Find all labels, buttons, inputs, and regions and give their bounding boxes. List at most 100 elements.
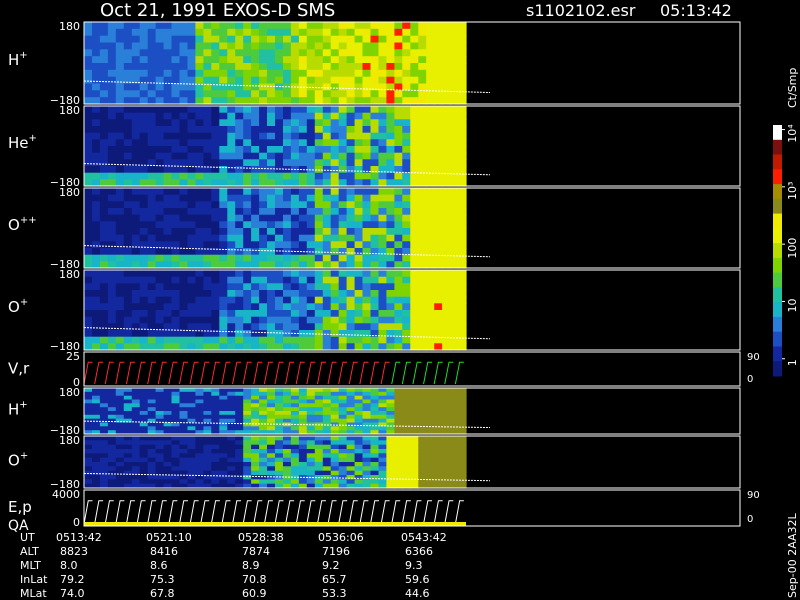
heat-cell [314,234,324,242]
heat-cell [450,453,459,459]
heat-cell [131,436,141,441]
heat-cell [426,234,435,242]
heat-cell [410,28,419,37]
heat-cell [147,276,157,284]
heat-cell [283,188,292,196]
heat-cell [187,391,197,397]
heat-cell [203,22,212,30]
heat-cell [394,97,403,105]
heat-cell [227,112,236,120]
heat-cell [402,35,411,44]
heat-cell [314,399,324,404]
heat-cell [378,303,388,311]
heat-cell [283,139,292,147]
heat-cell [115,440,125,446]
heat-cell [99,152,109,160]
heat-cell [99,76,109,85]
heat-cell [211,453,220,459]
heat-cell [426,466,435,472]
heat-cell [434,303,443,311]
heat-cell [314,414,324,420]
heat-cell [283,276,292,284]
heat-cell [330,453,340,459]
heat-cell [99,411,109,416]
heat-cell [267,466,276,472]
heat-cell [346,457,356,463]
heat-cell [163,316,173,324]
heat-cell [187,422,197,427]
series-mark [189,361,199,385]
heat-cell [370,457,380,463]
heat-cell [84,83,93,91]
heat-cell [322,139,332,147]
heat-cell [171,112,181,120]
heat-cell [386,440,395,446]
heat-cell [235,132,244,140]
heat-cell [378,106,388,114]
heat-cell [362,310,372,318]
heat-cell [402,426,411,431]
heat-cell [394,403,403,408]
heat-cell [322,290,332,298]
heat-cell [203,444,212,450]
ephem-value: 9.2 [322,559,340,572]
heat-cell [314,276,324,284]
heat-cell [219,152,228,160]
heat-cell [362,63,372,71]
heat-cell [139,63,149,71]
heat-cell [251,248,260,256]
heat-cell [314,449,324,454]
heat-cell [330,172,340,180]
heat-cell [298,241,308,249]
heat-cell [131,42,141,50]
heat-cell [155,132,165,140]
heat-cell [378,194,388,202]
heat-cell [283,214,292,222]
heat-cell [243,283,252,291]
heat-cell [107,76,117,85]
heat-cell [203,159,212,167]
heat-cell [163,228,173,236]
heat-cell [227,316,236,324]
heat-cell [235,422,244,427]
heat-cell [370,411,380,416]
heat-cell [235,444,244,450]
heat-cell [131,475,141,480]
heat-cell [195,90,204,98]
heat-cell [418,391,427,397]
heat-cell [84,112,93,120]
heat-cell [227,395,236,401]
heat-cell [370,172,380,180]
heat-cell [394,90,403,98]
heat-cell [402,152,411,160]
heat-cell [251,462,260,467]
heat-cell [450,208,459,216]
heat-cell [346,330,356,338]
heat-cell [171,97,181,105]
heat-cell [195,449,204,454]
heat-cell [458,395,467,401]
heat-cell [267,83,276,91]
heat-cell [171,228,181,236]
heat-cell [115,457,125,463]
heat-cell [235,440,244,446]
heat-cell [458,119,467,127]
heat-cell [426,35,435,44]
heat-cell [267,56,276,64]
heat-cell [338,248,348,256]
series-mark [157,361,167,385]
heat-cell [227,470,236,476]
heat-cell [267,303,276,311]
heat-cell [346,69,356,78]
heat-cell [84,90,93,98]
series-mark [263,500,273,525]
heat-cell [370,56,380,64]
heat-cell [322,418,332,424]
heat-cell [394,214,403,222]
heat-cell [155,414,165,420]
heat-cell [298,399,308,404]
heat-cell [243,395,252,401]
heat-cell [84,403,93,408]
heat-cell [306,56,316,64]
heat-cell [123,139,133,147]
